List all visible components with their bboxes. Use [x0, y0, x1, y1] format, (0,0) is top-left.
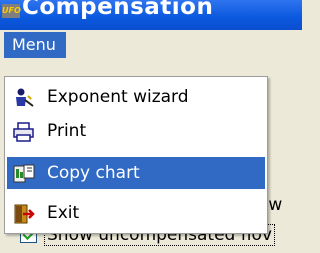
menu-bar: Menu: [0, 30, 302, 58]
copy-chart-icon: [13, 163, 35, 183]
exit-door-icon: [13, 203, 35, 224]
window-title: Compensation: [22, 0, 214, 20]
app-icon: UFO: [2, 4, 21, 18]
menu-item-label: Copy chart: [47, 163, 140, 183]
title-bar[interactable]: UFO Compensation: [0, 0, 302, 30]
menu-item-exit[interactable]: Exit: [7, 197, 265, 229]
menu-item-label: Print: [47, 121, 87, 141]
printer-icon: [13, 121, 35, 142]
menu-item-label: Exit: [47, 203, 80, 223]
wizard-person-icon: [13, 87, 35, 107]
menu-item-print[interactable]: Print: [7, 115, 265, 147]
menu-item-label: Exponent wizard: [47, 87, 189, 107]
menu-item-copy-chart[interactable]: Copy chart: [7, 157, 265, 189]
menu-button[interactable]: Menu: [4, 32, 66, 58]
menu-dropdown: Exponent wizard Print Copy chart Exit: [4, 76, 268, 234]
menu-item-exponent-wizard[interactable]: Exponent wizard: [7, 81, 265, 113]
